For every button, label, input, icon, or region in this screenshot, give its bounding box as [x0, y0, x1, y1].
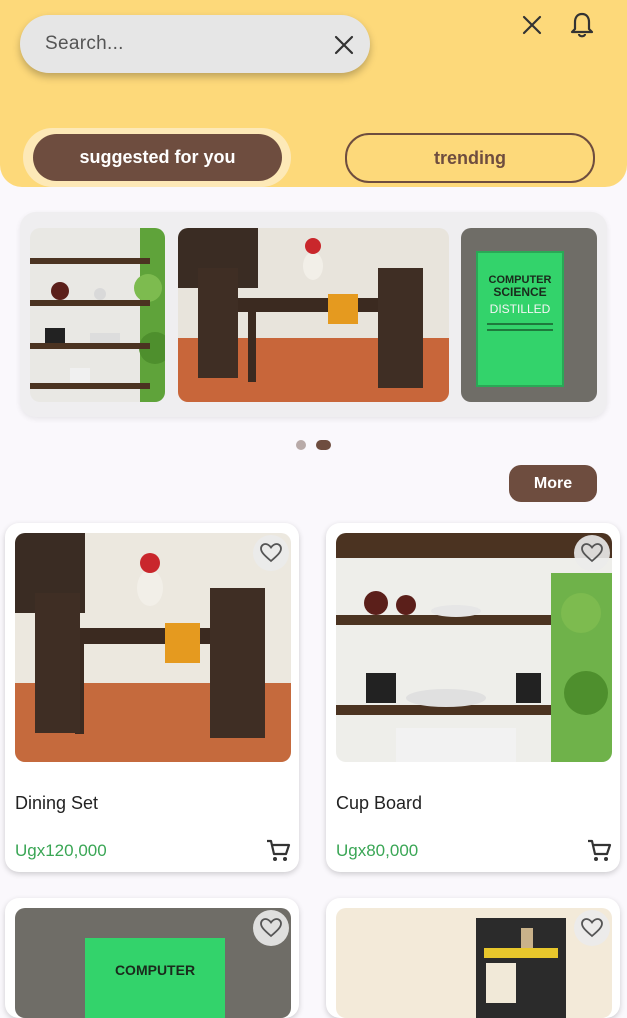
heart-icon — [581, 918, 603, 938]
dining-set-image — [178, 228, 449, 402]
carousel-slide-cupboard[interactable] — [30, 228, 165, 402]
cart-icon[interactable] — [265, 838, 291, 864]
shelf-image — [336, 908, 612, 1018]
product-name: Cup Board — [336, 793, 423, 813]
carousel-dot[interactable] — [296, 440, 306, 450]
favorite-button[interactable] — [574, 910, 610, 946]
book-title-line3: DISTILLED — [490, 302, 551, 316]
product-card[interactable]: COMPUTER — [5, 898, 299, 1018]
product-card[interactable]: Cup Board Ugx80,000 — [326, 523, 620, 872]
cupboard-image — [336, 533, 612, 762]
carousel-slide-dining[interactable] — [178, 228, 449, 402]
product-image[interactable] — [336, 533, 612, 762]
heart-icon — [581, 543, 603, 563]
favorite-button[interactable] — [253, 535, 289, 571]
book-image: COMPUTER SCIENCE DISTILLED — [461, 228, 597, 402]
book-cover-text: COMPUTER — [115, 962, 195, 978]
tab-trending[interactable]: trending — [345, 133, 595, 183]
search-input[interactable]: Search... — [45, 33, 124, 55]
product-price: Ugx120,000 — [15, 841, 107, 860]
product-image[interactable] — [336, 908, 612, 1018]
close-icon[interactable] — [332, 33, 356, 57]
product-card[interactable]: Dining Set Ugx120,000 — [5, 523, 299, 872]
bell-icon[interactable] — [569, 11, 595, 39]
favorite-button[interactable] — [253, 910, 289, 946]
product-image[interactable]: COMPUTER — [15, 908, 291, 1018]
close-icon[interactable] — [520, 13, 544, 37]
carousel-slide-book[interactable]: COMPUTER SCIENCE DISTILLED — [461, 228, 597, 402]
product-price: Ugx80,000 — [336, 841, 419, 860]
search-bar[interactable]: Search... — [20, 15, 370, 73]
tab-suggested[interactable]: suggested for you — [33, 134, 282, 181]
book-image: COMPUTER — [15, 908, 291, 1018]
heart-icon — [260, 918, 282, 938]
favorite-button[interactable] — [574, 535, 610, 571]
book-title-line2: SCIENCE — [493, 285, 546, 299]
product-card[interactable] — [326, 898, 620, 1018]
product-name: Dining Set — [15, 793, 99, 813]
cupboard-image — [30, 228, 165, 402]
heart-icon — [260, 543, 282, 563]
product-image[interactable] — [15, 533, 291, 762]
carousel-dot-active[interactable] — [316, 440, 331, 450]
dining-set-image — [15, 533, 291, 762]
more-button[interactable]: More — [509, 465, 597, 502]
cart-icon[interactable] — [586, 838, 612, 864]
